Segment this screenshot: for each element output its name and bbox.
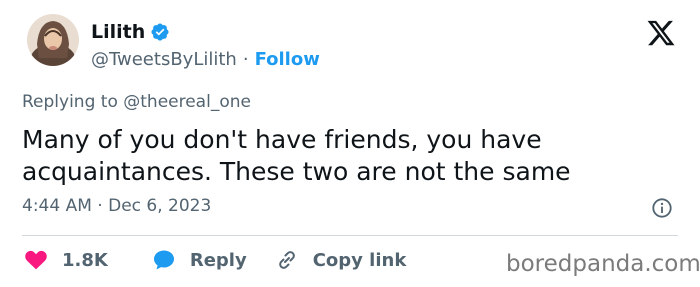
- reply-button[interactable]: Reply: [152, 248, 247, 272]
- tweet-text: Many of you don't have friends, you have…: [22, 124, 662, 188]
- watermark: boredpanda.com: [506, 251, 700, 277]
- tweet-actions: 1.8K Reply Copy link: [24, 247, 406, 273]
- timestamp-separator: ·: [97, 196, 103, 216]
- like-count: 1.8K: [62, 249, 108, 271]
- replying-to: Replying to @theereal_one: [22, 92, 251, 112]
- verified-badge-icon: [151, 23, 169, 41]
- author-handle[interactable]: @TweetsByLilith: [91, 49, 237, 70]
- copy-link-label: Copy link: [312, 249, 407, 271]
- handle-separator: ·: [242, 48, 249, 70]
- speech-bubble-icon: [153, 250, 174, 270]
- divider: [22, 235, 678, 236]
- copy-link-button[interactable]: Copy link: [275, 248, 407, 272]
- x-logo-icon[interactable]: [646, 18, 676, 48]
- like-button[interactable]: 1.8K: [24, 248, 108, 272]
- link-icon: [278, 251, 295, 269]
- tweet-time[interactable]: 4:44 AM: [22, 196, 92, 216]
- heart-icon: [25, 250, 47, 270]
- display-name[interactable]: Lilith: [91, 21, 145, 43]
- tweet-timestamp[interactable]: 4:44 AM · Dec 6, 2023: [22, 196, 211, 216]
- reply-label: Reply: [189, 249, 247, 271]
- info-icon[interactable]: [651, 197, 673, 219]
- replying-prefix: Replying to: [22, 92, 124, 112]
- tweet-date[interactable]: Dec 6, 2023: [108, 196, 211, 216]
- follow-button[interactable]: Follow: [255, 49, 320, 70]
- tweet-text-line: Many of you don't have friends, you have: [22, 125, 542, 154]
- author-handle-row: @TweetsByLilith · Follow: [91, 47, 320, 71]
- avatar[interactable]: [27, 14, 79, 66]
- tweet-text-line: acquaintances. These two are not the sam…: [22, 157, 571, 186]
- author-name-row[interactable]: Lilith: [91, 20, 170, 44]
- replying-handle-link[interactable]: @theereal_one: [123, 92, 251, 112]
